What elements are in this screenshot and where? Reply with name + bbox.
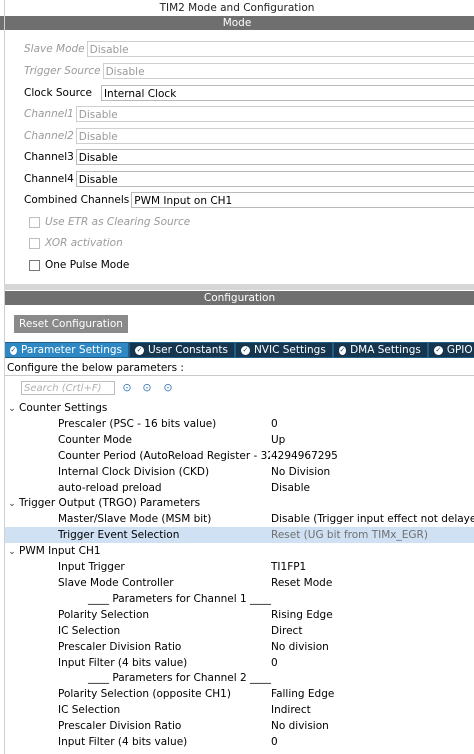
reset-configuration-button[interactable]: Reset Configuration — [14, 315, 128, 333]
param-row-clock-division[interactable]: Internal Clock Division (CKD) No Division — [5, 464, 474, 480]
tab-user-constants[interactable]: ✓ User Constants — [130, 343, 234, 357]
panel-separator — [4, 284, 474, 290]
trigger-source-row: Trigger Source Disable — [24, 62, 474, 80]
tab-dma-settings[interactable]: ✓ DMA Settings — [333, 343, 427, 357]
window-title: TIM2 Mode and Configuration — [159, 2, 315, 14]
tab-label: NVIC Settings — [253, 344, 326, 356]
clock-source-row: Clock Source Internal Clock — [24, 84, 474, 102]
channel1-subheader: ____ Parameters for Channel 1 ____ — [88, 593, 272, 605]
tab-label: Parameter Settings — [20, 344, 122, 356]
next-result-icon[interactable]: ⊙ — [141, 381, 153, 395]
channel3-label: Channel3 — [24, 151, 74, 163]
one-pulse-mode-row: One Pulse Mode — [29, 256, 131, 274]
clock-source-select[interactable]: Internal Clock — [100, 85, 474, 101]
channel1-select[interactable]: Disable — [75, 106, 474, 122]
check-circle-icon: ✓ — [135, 345, 144, 355]
param-row-counter-period[interactable]: Counter Period (AutoReload Register - 32… — [5, 448, 474, 464]
use-etr-checkbox[interactable] — [29, 216, 40, 228]
slave-mode-select[interactable]: Disable — [86, 41, 474, 57]
param-row-auto-reload[interactable]: auto-reload preload Disable — [5, 480, 474, 496]
search-input[interactable]: Search (Crtl+F) — [21, 381, 115, 395]
tab-bar: ✓ Parameter Settings ✓ User Constants ✓ … — [5, 342, 474, 358]
reset-search-icon[interactable]: ⊙ — [162, 381, 174, 395]
channel4-select[interactable]: Disable — [75, 171, 474, 187]
channel4-label: Channel4 — [24, 173, 74, 185]
combined-channels-label: Combined Channels — [24, 194, 130, 206]
channel2-row: Channel2 Disable — [24, 127, 474, 145]
configure-instructions: Configure the below parameters : — [5, 361, 474, 376]
param-row-polarity-ch2[interactable]: Polarity Selection (opposite CH1) Falling… — [5, 686, 474, 702]
combined-channels-row: Combined Channels PWM Input on CH1 — [24, 191, 474, 209]
channel2-subheader: ____ Parameters for Channel 2 ____ — [88, 672, 272, 684]
use-etr-row: Use ETR as Clearing Source — [29, 213, 192, 231]
check-circle-icon: ✓ — [10, 345, 17, 355]
tab-nvic-settings[interactable]: ✓ NVIC Settings — [235, 343, 332, 357]
collapse-caret-icon: ⌄ — [8, 404, 16, 414]
mode-panel: Slave Mode Disable Trigger Source Disabl… — [0, 33, 474, 285]
trigger-source-label: Trigger Source — [24, 65, 101, 77]
channel3-select[interactable]: Disable — [75, 149, 474, 165]
channel1-row: Channel1 Disable — [24, 105, 474, 123]
slave-mode-label: Slave Mode — [24, 43, 85, 55]
param-row-ic-selection-ch2[interactable]: IC Selection Indirect — [5, 702, 474, 718]
param-row-slave-mode-controller[interactable]: Slave Mode Controller Reset Mode — [5, 575, 474, 591]
one-pulse-mode-checkbox[interactable] — [29, 259, 40, 271]
collapse-caret-icon: ⌄ — [8, 547, 16, 557]
previous-result-icon[interactable]: ⊙ — [121, 381, 133, 395]
combined-channels-select[interactable]: PWM Input on CH1 — [131, 192, 474, 208]
check-circle-icon: ✓ — [240, 345, 250, 355]
channel2-label: Channel2 — [24, 130, 74, 142]
param-row-input-filter-ch1[interactable]: Input Filter (4 bits value) 0 — [5, 655, 474, 671]
tab-label: GPIO — [446, 344, 473, 356]
param-row-input-trigger[interactable]: Input Trigger TI1FP1 — [5, 559, 474, 575]
param-row-prescaler[interactable]: Prescaler (PSC - 16 bits value) 0 — [5, 416, 474, 432]
group-counter-settings[interactable]: ⌄ Counter Settings — [5, 400, 107, 416]
param-row-polarity-ch1[interactable]: Polarity Selection Rising Edge — [5, 607, 474, 623]
channel1-label: Channel1 — [24, 108, 74, 120]
param-row-ic-selection-ch1[interactable]: IC Selection Direct — [5, 623, 474, 639]
param-row-input-filter-ch2[interactable]: Input Filter (4 bits value) 0 — [5, 734, 474, 750]
group-trgo-parameters[interactable]: ⌄ Trigger Output (TRGO) Parameters — [5, 495, 200, 511]
group-pwm-input-ch1[interactable]: ⌄ PWM Input CH1 — [5, 543, 100, 559]
mode-header: Mode — [0, 16, 474, 30]
param-row-counter-mode[interactable]: Counter Mode Up — [5, 432, 474, 448]
xor-activation-label: XOR activation — [45, 237, 123, 249]
param-row-trigger-event[interactable]: Trigger Event Selection Reset (UG bit fro… — [5, 527, 474, 543]
check-circle-icon: ✓ — [433, 345, 443, 355]
xor-activation-checkbox[interactable] — [29, 237, 40, 249]
slave-mode-row: Slave Mode Disable — [24, 40, 474, 58]
xor-activation-row: XOR activation — [29, 234, 125, 252]
channel3-row: Channel3 Disable — [24, 148, 474, 166]
trigger-source-select[interactable]: Disable — [102, 63, 474, 79]
param-row-prescaler-ratio-ch1[interactable]: Prescaler Division Ratio No division — [5, 639, 474, 655]
configuration-header: Configuration — [5, 291, 474, 305]
param-row-msm[interactable]: Master/Slave Mode (MSM bit) Disable (Trig… — [5, 511, 474, 527]
tab-label: User Constants — [148, 344, 228, 356]
param-row-prescaler-ratio-ch2[interactable]: Prescaler Division Ratio No division — [5, 718, 474, 734]
collapse-caret-icon: ⌄ — [8, 499, 16, 509]
check-circle-icon: ✓ — [338, 345, 347, 355]
channel4-row: Channel4 Disable — [24, 170, 474, 188]
clock-source-label: Clock Source — [24, 87, 92, 99]
tab-gpio-settings[interactable]: ✓ GPIO — [428, 343, 474, 357]
one-pulse-mode-label: One Pulse Mode — [45, 259, 130, 271]
channel2-select[interactable]: Disable — [75, 128, 474, 144]
use-etr-label: Use ETR as Clearing Source — [45, 216, 191, 228]
tab-label: DMA Settings — [350, 344, 421, 356]
tab-parameter-settings[interactable]: ✓ Parameter Settings — [5, 343, 128, 357]
